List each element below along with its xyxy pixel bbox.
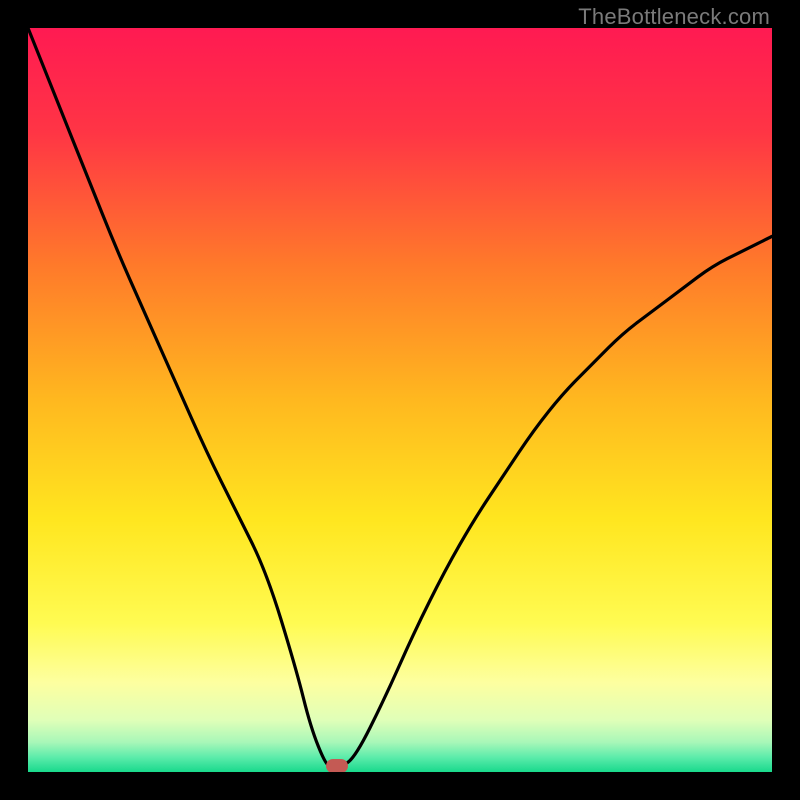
plot-area	[28, 28, 772, 772]
watermark-text: TheBottleneck.com	[578, 4, 770, 30]
bottleneck-curve	[28, 28, 772, 772]
optimum-marker	[326, 759, 348, 772]
chart-frame: TheBottleneck.com	[0, 0, 800, 800]
